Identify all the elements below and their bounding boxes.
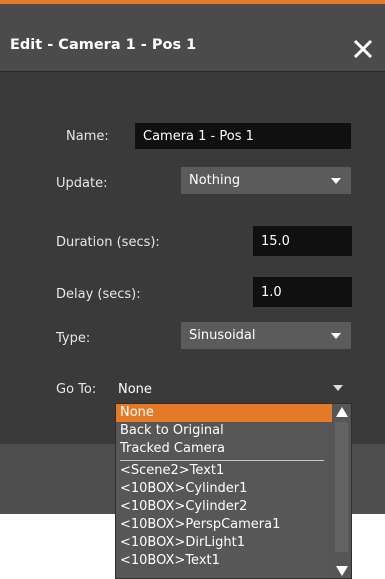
close-icon: [353, 39, 373, 59]
goto-option-cylinder1[interactable]: <10BOX>Cylinder1: [116, 480, 332, 498]
update-label: Update:: [56, 176, 108, 191]
goto-option-tracked-camera[interactable]: Tracked Camera: [116, 440, 332, 458]
goto-option-cylinder2[interactable]: <10BOX>Cylinder2: [116, 498, 332, 516]
close-button[interactable]: [349, 35, 377, 63]
goto-option-perspcamera1[interactable]: <10BOX>PerspCamera1: [116, 516, 332, 534]
type-select-value: Sinusoidal: [189, 328, 256, 343]
scroll-thumb[interactable]: [335, 422, 348, 552]
duration-field[interactable]: 15.0: [253, 226, 352, 256]
duration-label: Duration (secs):: [56, 235, 160, 250]
dialog-title: Edit - Camera 1 - Pos 1: [10, 37, 197, 53]
scroll-down-button[interactable]: [332, 562, 351, 578]
scroll-up-button[interactable]: [332, 404, 351, 420]
goto-option-none[interactable]: None: [116, 404, 332, 422]
chevron-down-icon: [331, 332, 341, 339]
goto-select-value: None: [118, 381, 152, 397]
dropdown-scrollbar[interactable]: [332, 404, 351, 578]
chevron-down-icon: [333, 385, 343, 391]
arrow-down-icon: [336, 566, 348, 576]
update-select-value: Nothing: [189, 173, 241, 188]
goto-options: None Back to Original Tracked Camera <Sc…: [116, 404, 332, 570]
goto-dropdown-list[interactable]: None Back to Original Tracked Camera <Sc…: [115, 403, 352, 579]
chevron-down-icon: [331, 177, 341, 184]
dialog-header: Edit - Camera 1 - Pos 1: [0, 4, 385, 71]
delay-label: Delay (secs):: [56, 287, 141, 302]
type-label: Type:: [56, 331, 91, 346]
name-field[interactable]: Camera 1 - Pos 1: [135, 123, 351, 149]
goto-option-dirlight1[interactable]: <10BOX>DirLight1: [116, 534, 332, 552]
arrow-up-icon: [336, 407, 348, 417]
delay-field[interactable]: 1.0: [253, 277, 352, 307]
type-select[interactable]: Sinusoidal: [181, 322, 351, 349]
goto-option-back-to-original[interactable]: Back to Original: [116, 422, 332, 440]
goto-label: Go To:: [56, 382, 97, 397]
goto-select[interactable]: None: [115, 377, 351, 401]
name-label: Name:: [66, 129, 109, 144]
goto-option-scene2-text1[interactable]: <Scene2>Text1: [116, 462, 332, 480]
update-select[interactable]: Nothing: [181, 167, 351, 194]
header-divider: [0, 71, 385, 72]
goto-option-10box-text1[interactable]: <10BOX>Text1: [116, 552, 332, 570]
option-separator: [120, 460, 324, 461]
